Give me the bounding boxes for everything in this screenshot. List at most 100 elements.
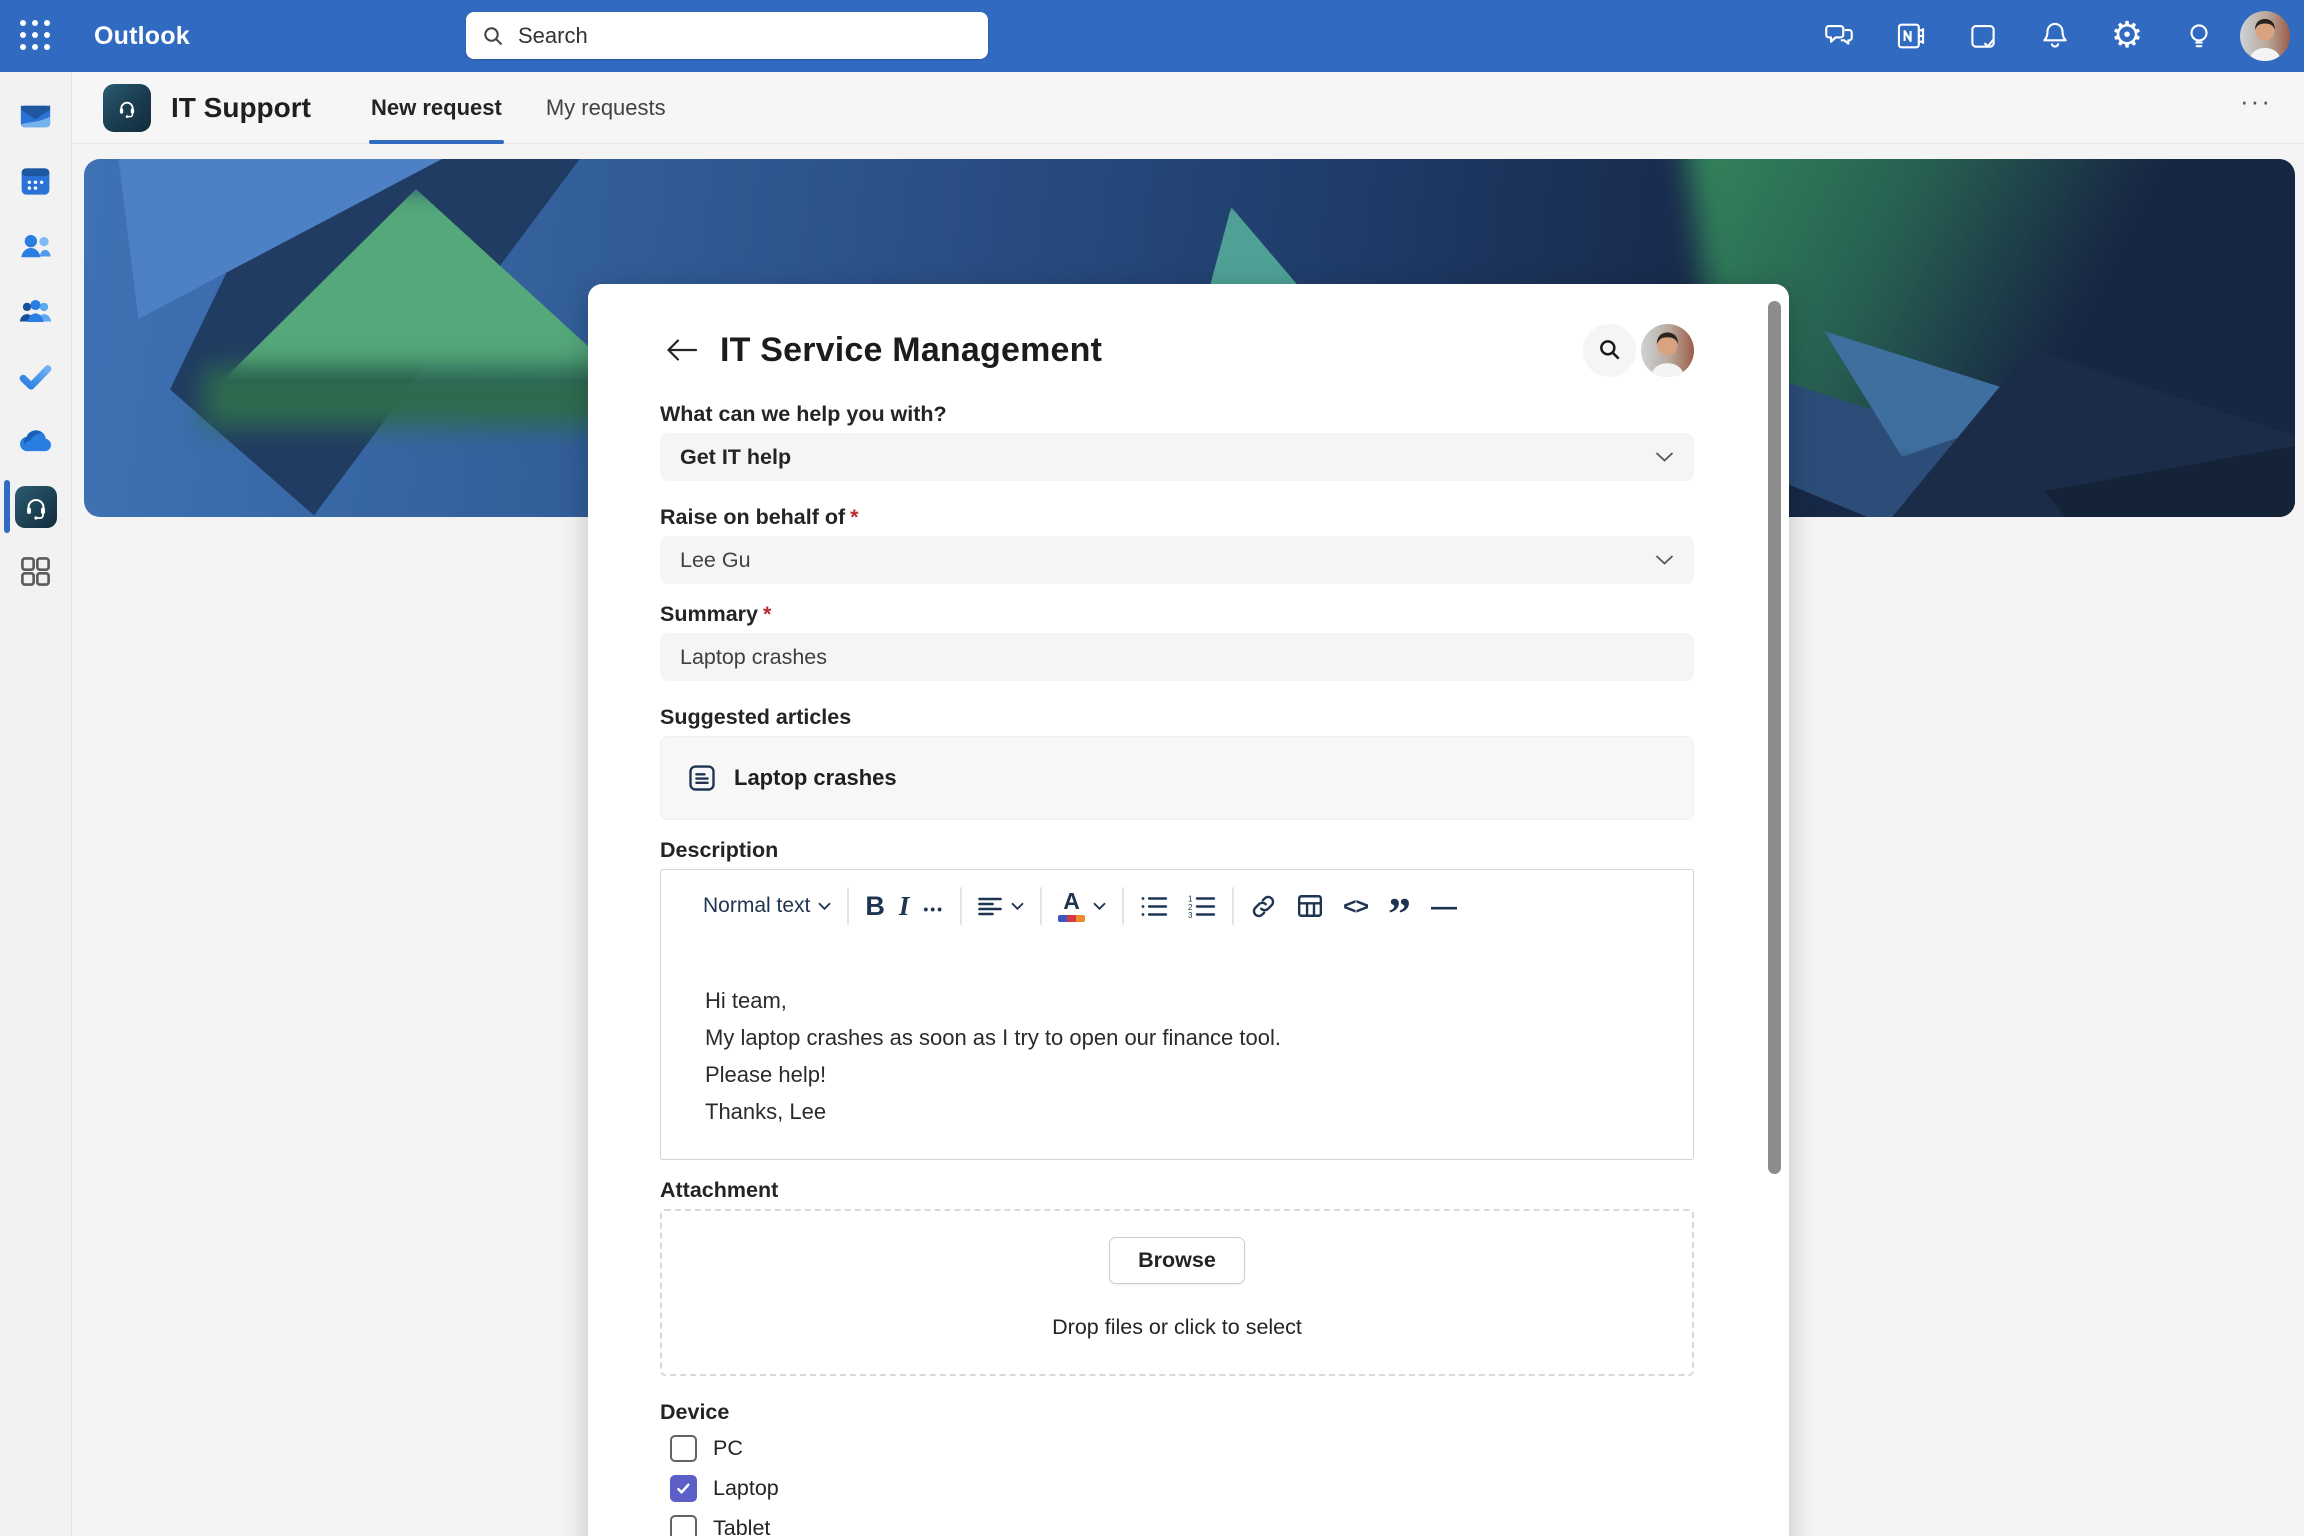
- sidebar-item-onedrive[interactable]: [0, 409, 72, 474]
- back-arrow-icon: [665, 337, 699, 363]
- sidebar-item-todo[interactable]: [0, 344, 72, 409]
- calendar-icon: [17, 163, 54, 200]
- tips-button[interactable]: [2168, 5, 2230, 67]
- editor-toolbar: Normal text B I •••: [661, 870, 1693, 932]
- alignment-button[interactable]: [978, 897, 1024, 916]
- device-option-laptop[interactable]: Laptop: [670, 1471, 1694, 1505]
- insert-table-button[interactable]: [1297, 894, 1323, 918]
- checkbox-label: Tablet: [713, 1516, 770, 1536]
- editor-line: Please help!: [705, 1056, 1649, 1093]
- bold-button[interactable]: B: [865, 891, 885, 922]
- table-icon: [1297, 894, 1323, 918]
- sidebar-item-itsupport[interactable]: [0, 474, 72, 539]
- search-input[interactable]: [518, 23, 972, 49]
- suggested-article-title: Laptop crashes: [734, 765, 897, 791]
- todo-icon: [17, 358, 54, 395]
- scrollbar-thumb[interactable]: [1768, 301, 1781, 1174]
- it-support-icon: [15, 486, 57, 528]
- more-options-button[interactable]: ···: [2240, 86, 2272, 117]
- device-option-pc[interactable]: PC: [670, 1431, 1694, 1465]
- browse-button[interactable]: Browse: [1109, 1237, 1245, 1284]
- article-icon: [687, 763, 717, 793]
- code-block-button[interactable]: <>: [1343, 893, 1368, 920]
- required-asterisk: *: [763, 602, 771, 626]
- checkbox[interactable]: [670, 1435, 697, 1462]
- checkbox-label: PC: [713, 1436, 743, 1461]
- tab-my-requests[interactable]: My requests: [544, 72, 668, 144]
- search-box[interactable]: [466, 12, 988, 59]
- notifications-button[interactable]: [2024, 5, 2086, 67]
- onenote-icon: [1894, 19, 1928, 53]
- suite-header: Outlook ⚙: [0, 0, 2304, 72]
- behalf-field-label: Raise on behalf of*: [660, 505, 1694, 530]
- summary-field-label: Summary*: [660, 602, 1694, 627]
- sidebar-item-mail[interactable]: [0, 84, 72, 149]
- settings-button[interactable]: ⚙: [2096, 5, 2158, 67]
- dropzone-hint: Drop files or click to select: [1052, 1315, 1302, 1340]
- device-option-tablet[interactable]: Tablet: [670, 1511, 1694, 1536]
- banner-shape: [204, 367, 654, 427]
- quote-button[interactable]: ”: [1388, 889, 1411, 923]
- chevron-down-icon: [1655, 452, 1674, 463]
- link-icon: [1250, 893, 1277, 920]
- panel-user-avatar[interactable]: [1641, 324, 1694, 377]
- check-icon: [675, 1480, 692, 1497]
- align-icon: [978, 897, 1003, 916]
- numbered-list-button[interactable]: 123: [1188, 895, 1216, 918]
- request-form-panel: IT Service Management What can we help y…: [588, 284, 1789, 1536]
- behalf-select[interactable]: Lee Gu: [660, 536, 1694, 584]
- user-avatar[interactable]: [2240, 11, 2290, 61]
- checkbox[interactable]: [670, 1475, 697, 1502]
- sidebar-item-groups[interactable]: [0, 279, 72, 344]
- back-button[interactable]: [660, 328, 704, 372]
- sidebar-item-calendar[interactable]: [0, 149, 72, 214]
- editor-line: Thanks, Lee: [705, 1093, 1649, 1130]
- device-label: Device: [660, 1400, 1694, 1425]
- toolbar-divider: [1040, 887, 1042, 925]
- horizontal-rule-button[interactable]: —: [1431, 891, 1457, 922]
- svg-text:3: 3: [1188, 911, 1193, 918]
- help-select-value: Get IT help: [680, 445, 791, 470]
- active-rail-indicator: [4, 480, 10, 533]
- mail-icon: [17, 98, 54, 135]
- checkbox-label: Laptop: [713, 1476, 779, 1501]
- bullet-list-button[interactable]: [1140, 895, 1168, 918]
- more-formatting-button[interactable]: •••: [923, 895, 944, 917]
- gear-icon: ⚙: [2111, 18, 2143, 54]
- text-color-button[interactable]: A: [1058, 890, 1106, 922]
- panel-search-button[interactable]: [1583, 324, 1636, 377]
- description-label: Description: [660, 838, 1694, 863]
- summary-input[interactable]: [680, 645, 1674, 670]
- suggested-article-item[interactable]: Laptop crashes: [660, 736, 1694, 820]
- attachment-dropzone[interactable]: Browse Drop files or click to select: [660, 1209, 1694, 1376]
- numbered-list-icon: 123: [1188, 895, 1216, 918]
- avatar-photo: [2240, 11, 2290, 61]
- checkbox[interactable]: [670, 1515, 697, 1536]
- sidebar-item-apps[interactable]: [0, 539, 72, 604]
- text-color-icon: A: [1058, 890, 1085, 922]
- required-asterisk: *: [850, 505, 858, 529]
- insert-link-button[interactable]: [1250, 893, 1277, 920]
- behalf-select-value: Lee Gu: [680, 548, 751, 573]
- help-select[interactable]: Get IT help: [660, 433, 1694, 481]
- tab-new-request[interactable]: New request: [369, 72, 504, 144]
- chevron-down-icon: [1093, 902, 1106, 910]
- tasks-icon: [1966, 19, 2000, 53]
- summary-input-wrap: [660, 633, 1694, 681]
- feedback-button[interactable]: [1808, 5, 1870, 67]
- onenote-button[interactable]: [1880, 5, 1942, 67]
- app-launcher-button[interactable]: [0, 0, 72, 72]
- text-style-dropdown[interactable]: Normal text: [703, 894, 831, 918]
- sidebar-item-people[interactable]: [0, 214, 72, 279]
- editor-line: Hi team,: [705, 982, 1649, 1019]
- outlook-window: Outlook ⚙: [0, 0, 2304, 1536]
- groups-icon: [17, 293, 54, 330]
- todo-tasks-button[interactable]: [1952, 5, 2014, 67]
- italic-button[interactable]: I: [899, 891, 910, 922]
- rich-text-editor: Normal text B I •••: [660, 869, 1694, 1160]
- suite-header-actions: ⚙: [1808, 0, 2290, 72]
- form-title: IT Service Management: [720, 331, 1583, 370]
- avatar-photo: [1641, 324, 1694, 377]
- chevron-down-icon: [818, 902, 831, 910]
- editor-content[interactable]: Hi team, My laptop crashes as soon as I …: [661, 932, 1693, 1130]
